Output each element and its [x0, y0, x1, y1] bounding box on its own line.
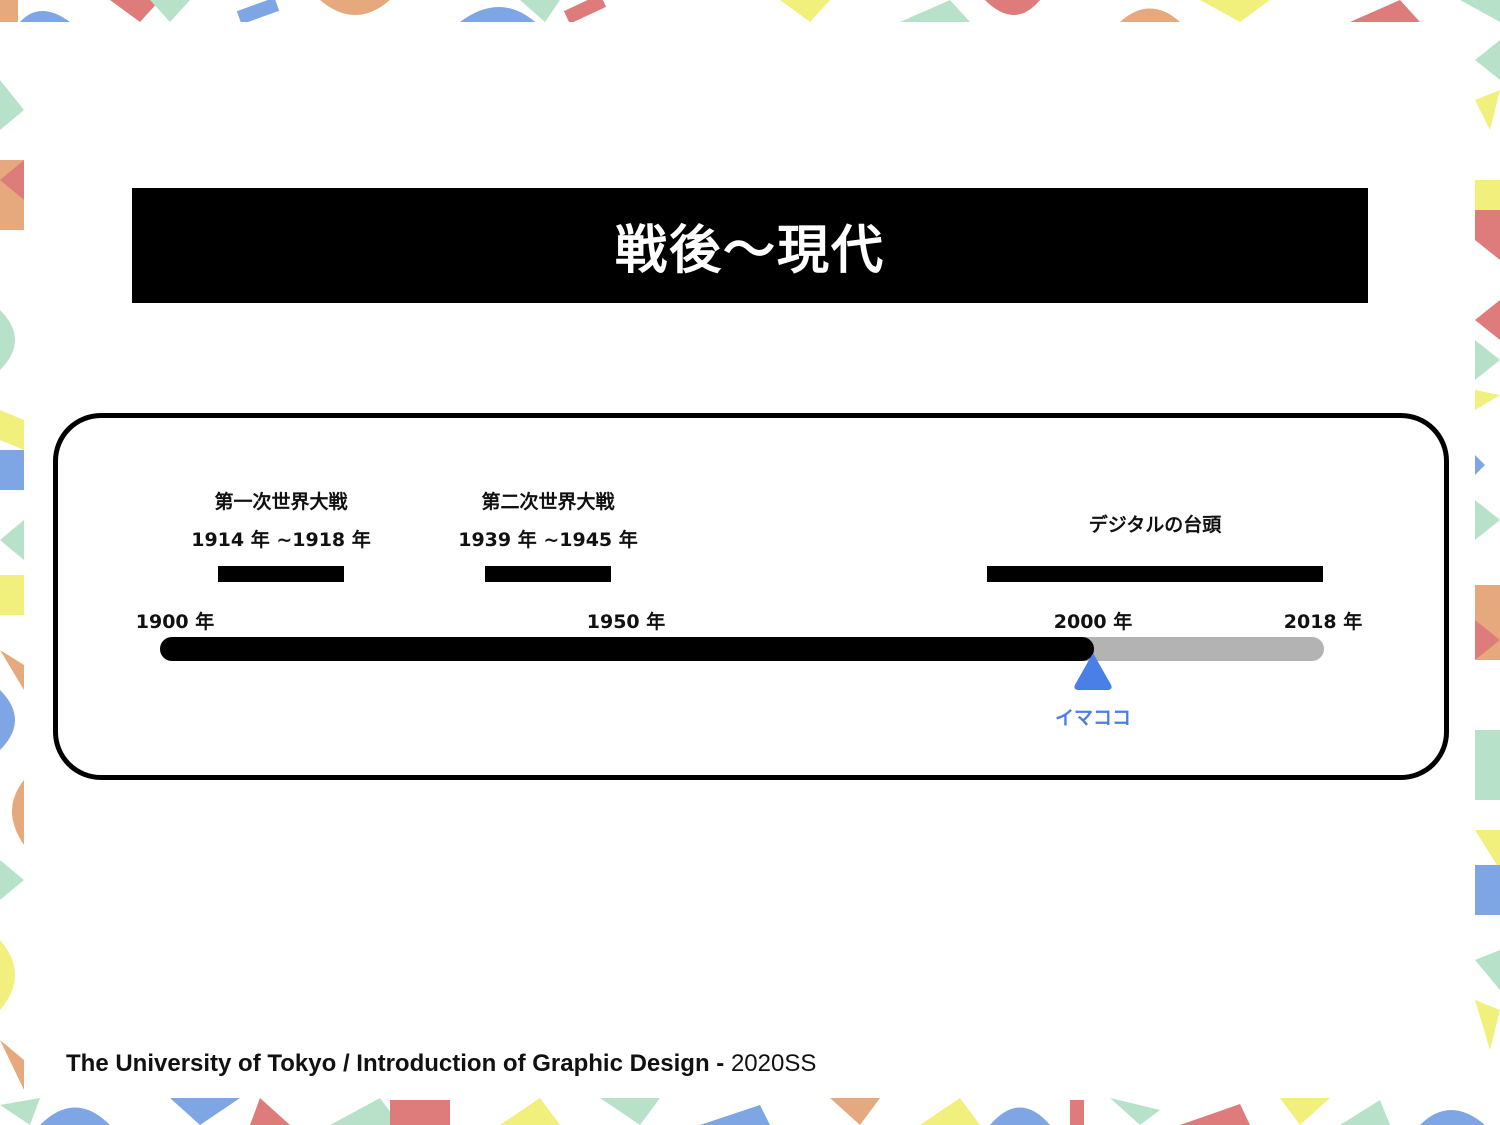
- current-position-marker-icon: [1074, 654, 1112, 690]
- event-ww2-period: 1939 年 ~1945 年: [458, 529, 638, 551]
- event-digital-name: デジタルの台頭: [1088, 514, 1222, 536]
- axis-label-2000: 2000 年: [1053, 611, 1133, 633]
- event-ww1-bar: [218, 566, 344, 582]
- current-position-label: イマココ: [1054, 707, 1132, 729]
- title-banner: 戦後〜現代: [132, 188, 1368, 303]
- event-ww1-name: 第一次世界大戦: [214, 491, 348, 513]
- timeline-past-track: [160, 637, 1094, 661]
- timeline-frame: [53, 413, 1449, 780]
- axis-label-1950: 1950 年: [586, 611, 666, 633]
- page-title: 戦後〜現代: [614, 221, 885, 281]
- footer-term: 2020SS: [730, 1050, 817, 1077]
- axis-label-2018: 2018 年: [1283, 611, 1363, 633]
- footer-course: The University of Tokyo / Introduction o…: [66, 1050, 731, 1077]
- event-ww2-name: 第二次世界大戦: [481, 491, 615, 513]
- event-ww2-bar: [485, 566, 611, 582]
- event-digital-bar: [987, 566, 1323, 582]
- footer-credit: The University of Tokyo / Introduction o…: [66, 1050, 816, 1078]
- axis-label-1900: 1900 年: [135, 611, 215, 633]
- event-ww1-period: 1914 年 ~1918 年: [191, 529, 371, 551]
